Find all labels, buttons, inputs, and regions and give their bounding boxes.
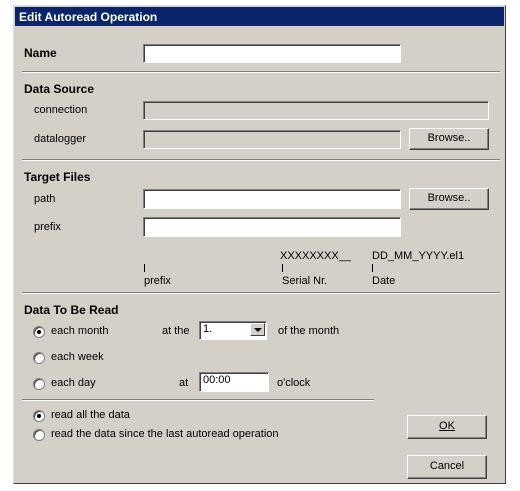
path-label: path	[34, 193, 56, 205]
cancel-button[interactable]: Cancel	[407, 455, 487, 479]
each-day-radio[interactable]	[33, 378, 45, 390]
serial-pattern: XXXXXXXX__	[280, 250, 351, 262]
connection-field	[143, 101, 489, 120]
ok-button[interactable]: OK	[407, 415, 487, 439]
datalogger-field	[143, 130, 401, 149]
name-label: Name	[24, 46, 57, 60]
path-browse-button[interactable]: Browse..	[409, 188, 489, 210]
oclock-label: o'clock	[277, 377, 311, 389]
serial-legend: Serial Nr.	[282, 275, 328, 287]
separator	[22, 399, 374, 401]
chevron-down-icon	[254, 328, 262, 332]
read-since-last-radio[interactable]	[33, 429, 45, 441]
of-the-month-label: of the month	[278, 325, 340, 337]
read-all-data-radio[interactable]	[33, 410, 45, 422]
datalogger-label: datalogger	[34, 133, 86, 145]
read-since-last-label[interactable]: read the data since the last autoread op…	[51, 428, 279, 440]
dropdown-arrow-button[interactable]	[250, 323, 265, 336]
each-month-radio[interactable]	[33, 326, 45, 338]
path-input[interactable]	[143, 189, 401, 209]
data-to-be-read-heading: Data To Be Read	[24, 303, 119, 317]
each-week-label[interactable]: each week	[51, 351, 104, 363]
read-all-data-label[interactable]: read all the data	[51, 409, 130, 421]
each-day-label[interactable]: each day	[51, 377, 96, 389]
at-the-label: at the	[162, 325, 190, 337]
date-pattern: DD_MM_YYYY.el1	[372, 250, 465, 262]
separator	[22, 159, 500, 161]
edit-autoread-dialog: Edit Autoread Operation Name Data Source…	[13, 5, 506, 484]
datalogger-browse-button[interactable]: Browse..	[409, 128, 489, 150]
separator	[22, 71, 500, 73]
name-input[interactable]	[143, 44, 401, 63]
time-input[interactable]: 00:00	[199, 372, 269, 392]
dialog-title: Edit Autoread Operation	[19, 10, 158, 24]
each-month-label[interactable]: each month	[51, 325, 108, 337]
connection-label: connection	[34, 104, 88, 116]
title-bar[interactable]: Edit Autoread Operation	[15, 7, 504, 26]
target-files-heading: Target Files	[24, 170, 91, 184]
serial-marker	[282, 264, 283, 272]
data-source-heading: Data Source	[24, 82, 95, 96]
separator	[22, 292, 500, 294]
prefix-label: prefix	[34, 221, 61, 233]
day-of-month-select[interactable]: 1.	[199, 321, 267, 340]
prefix-input[interactable]	[143, 217, 401, 237]
prefix-marker	[144, 264, 145, 272]
each-week-radio[interactable]	[33, 352, 45, 364]
prefix-legend: prefix	[144, 275, 171, 287]
date-marker	[372, 264, 373, 272]
at-label: at	[179, 377, 189, 389]
date-legend: Date	[372, 275, 396, 287]
